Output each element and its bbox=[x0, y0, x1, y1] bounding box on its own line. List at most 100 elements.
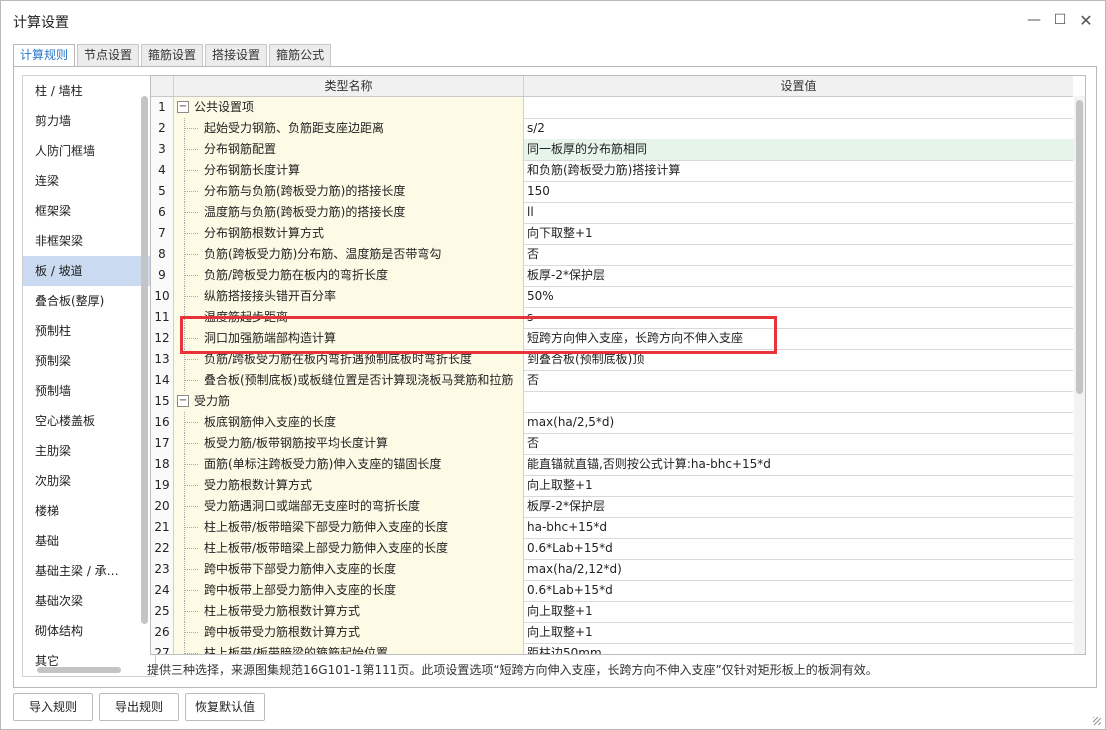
setting-value-cell[interactable]: 向上取整+1 bbox=[524, 601, 1075, 622]
setting-value-cell[interactable] bbox=[524, 97, 1075, 118]
tab-stirrup-formula[interactable]: 箍筋公式 bbox=[269, 44, 332, 66]
sidebar-item[interactable]: 柱 / 墙柱 bbox=[23, 76, 155, 106]
restore-defaults-button[interactable]: 恢复默认值 bbox=[185, 693, 265, 721]
setting-value-cell[interactable]: 向上取整+1 bbox=[524, 475, 1075, 496]
setting-value-cell[interactable]: 否 bbox=[524, 244, 1075, 265]
table-row[interactable]: 20 受力筋遇洞口或端部无支座时的弯折长度 板厚-2*保护层 bbox=[151, 496, 1073, 518]
type-name-cell[interactable]: 受力筋根数计算方式 bbox=[174, 475, 524, 496]
table-row[interactable]: 24 跨中板带上部受力筋伸入支座的长度 0.6*Lab+15*d bbox=[151, 580, 1073, 602]
close-icon[interactable]: ✕ bbox=[1075, 9, 1097, 31]
tab-stirrup-settings[interactable]: 箍筋设置 bbox=[141, 44, 204, 66]
type-name-cell[interactable]: 跨中板带下部受力筋伸入支座的长度 bbox=[174, 559, 524, 580]
grid-scroll-thumb[interactable] bbox=[1076, 100, 1083, 394]
table-row[interactable]: 19 受力筋根数计算方式 向上取整+1 bbox=[151, 475, 1073, 497]
type-name-cell[interactable]: − 受力筋 bbox=[174, 391, 524, 412]
table-row[interactable]: 3 分布钢筋配置 同一板厚的分布筋相同 bbox=[151, 139, 1075, 161]
table-row[interactable]: 9 负筋/跨板受力筋在板内的弯折长度 板厚-2*保护层 bbox=[151, 265, 1073, 287]
table-row[interactable]: 4 分布钢筋长度计算 和负筋(跨板受力筋)搭接计算 bbox=[151, 160, 1073, 182]
table-row[interactable]: 5 分布筋与负筋(跨板受力筋)的搭接长度 150 bbox=[151, 181, 1073, 203]
sidebar-item[interactable]: 次肋梁 bbox=[23, 466, 155, 496]
setting-value-cell[interactable]: s/2 bbox=[524, 118, 1075, 139]
sidebar-item[interactable]: 人防门框墙 bbox=[23, 136, 155, 166]
table-row[interactable]: 22 柱上板带/板带暗梁上部受力筋伸入支座的长度 0.6*Lab+15*d bbox=[151, 538, 1073, 560]
type-name-cell[interactable]: 纵筋搭接接头错开百分率 bbox=[174, 286, 524, 307]
group-row[interactable]: 1− 公共设置项 bbox=[151, 97, 1073, 119]
sidebar-item[interactable]: 非框架梁 bbox=[23, 226, 155, 256]
tab-node-settings[interactable]: 节点设置 bbox=[77, 44, 140, 66]
type-name-cell[interactable]: 柱上板带受力筋根数计算方式 bbox=[174, 601, 524, 622]
type-name-cell[interactable]: 负筋(跨板受力筋)分布筋、温度筋是否带弯勾 bbox=[174, 244, 524, 265]
table-row[interactable]: 17 板受力筋/板带钢筋按平均长度计算 否 bbox=[151, 433, 1073, 455]
table-row[interactable]: 26 跨中板带受力筋根数计算方式 向上取整+1 bbox=[151, 622, 1073, 644]
setting-value-cell[interactable]: ll bbox=[524, 202, 1075, 223]
type-name-cell[interactable]: 板底钢筋伸入支座的长度 bbox=[174, 412, 524, 433]
type-name-cell[interactable]: 柱上板带/板带暗梁上部受力筋伸入支座的长度 bbox=[174, 538, 524, 559]
type-name-cell[interactable]: 跨中板带受力筋根数计算方式 bbox=[174, 622, 524, 643]
setting-value-cell[interactable] bbox=[524, 391, 1075, 412]
sidebar-item[interactable]: 基础主梁 / 承… bbox=[23, 556, 155, 586]
type-name-cell[interactable]: 分布钢筋根数计算方式 bbox=[174, 223, 524, 244]
table-row[interactable]: 18 面筋(单标注跨板受力筋)伸入支座的锚固长度 能直锚就直锚,否则按公式计算:ha… bbox=[151, 454, 1073, 476]
collapse-icon[interactable]: − bbox=[177, 395, 189, 407]
tab-calc-rules[interactable]: 计算规则 bbox=[13, 44, 76, 67]
sidebar-item[interactable]: 预制梁 bbox=[23, 346, 155, 376]
grid-vertical-scrollbar[interactable] bbox=[1074, 96, 1085, 654]
sidebar-item[interactable]: 基础 bbox=[23, 526, 155, 556]
setting-value-cell[interactable]: 0.6*Lab+15*d bbox=[524, 538, 1075, 559]
table-row[interactable]: 25 柱上板带受力筋根数计算方式 向上取整+1 bbox=[151, 601, 1073, 623]
setting-value-cell[interactable]: 否 bbox=[524, 370, 1075, 391]
setting-value-cell[interactable]: max(ha/2,5*d) bbox=[524, 412, 1075, 433]
type-name-cell[interactable]: 跨中板带上部受力筋伸入支座的长度 bbox=[174, 580, 524, 601]
import-rules-button[interactable]: 导入规则 bbox=[13, 693, 93, 721]
sidebar-item[interactable]: 基础次梁 bbox=[23, 586, 155, 616]
setting-value-cell[interactable]: 否 bbox=[524, 433, 1075, 454]
table-row[interactable]: 16 板底钢筋伸入支座的长度 max(ha/2,5*d) bbox=[151, 412, 1073, 434]
type-name-cell[interactable]: 分布筋与负筋(跨板受力筋)的搭接长度 bbox=[174, 181, 524, 202]
type-name-cell[interactable]: 负筋/跨板受力筋在板内的弯折长度 bbox=[174, 265, 524, 286]
minimize-icon[interactable]: — bbox=[1023, 9, 1045, 31]
setting-value-cell[interactable]: max(ha/2,12*d) bbox=[524, 559, 1075, 580]
maximize-icon[interactable]: ☐ bbox=[1049, 9, 1071, 31]
setting-value-cell[interactable]: 向上取整+1 bbox=[524, 622, 1075, 643]
export-rules-button[interactable]: 导出规则 bbox=[99, 693, 179, 721]
setting-value-cell[interactable]: 板厚-2*保护层 bbox=[524, 265, 1075, 286]
sidebar-item[interactable]: 主肋梁 bbox=[23, 436, 155, 466]
table-row[interactable]: 10 纵筋搭接接头错开百分率 50% bbox=[151, 286, 1073, 308]
sidebar-item[interactable]: 连梁 bbox=[23, 166, 155, 196]
tab-lap-settings[interactable]: 搭接设置 bbox=[205, 44, 268, 66]
type-name-cell[interactable]: 面筋(单标注跨板受力筋)伸入支座的锚固长度 bbox=[174, 454, 524, 475]
sidebar-item[interactable]: 预制柱 bbox=[23, 316, 155, 346]
table-row[interactable]: 2 起始受力钢筋、负筋距支座边距离 s/2 bbox=[151, 118, 1073, 140]
type-name-cell[interactable]: 板受力筋/板带钢筋按平均长度计算 bbox=[174, 433, 524, 454]
sidebar-vertical-scrollbar[interactable] bbox=[141, 96, 148, 624]
table-row[interactable]: 8 负筋(跨板受力筋)分布筋、温度筋是否带弯勾 否 bbox=[151, 244, 1073, 266]
type-name-cell[interactable]: 温度筋与负筋(跨板受力筋)的搭接长度 bbox=[174, 202, 524, 223]
type-name-cell[interactable]: 分布钢筋长度计算 bbox=[174, 160, 524, 181]
table-row[interactable]: 7 分布钢筋根数计算方式 向下取整+1 bbox=[151, 223, 1073, 245]
setting-value-cell[interactable]: 50% bbox=[524, 286, 1075, 307]
setting-value-cell[interactable]: 同一板厚的分布筋相同 bbox=[524, 139, 1075, 160]
sidebar-item[interactable]: 预制墙 bbox=[23, 376, 155, 406]
type-name-cell[interactable]: 柱上板带/板带暗梁下部受力筋伸入支座的长度 bbox=[174, 517, 524, 538]
type-name-cell[interactable]: 起始受力钢筋、负筋距支座边距离 bbox=[174, 118, 524, 139]
table-row[interactable]: 23 跨中板带下部受力筋伸入支座的长度 max(ha/2,12*d) bbox=[151, 559, 1073, 581]
setting-value-cell[interactable]: 距柱边50mm bbox=[524, 643, 1075, 654]
setting-value-cell[interactable]: ha-bhc+15*d bbox=[524, 517, 1075, 538]
setting-value-cell[interactable]: 能直锚就直锚,否则按公式计算:ha-bhc+15*d bbox=[524, 454, 1075, 475]
sidebar-item[interactable]: 砌体结构 bbox=[23, 616, 155, 646]
sidebar-item[interactable]: 板 / 坡道 bbox=[23, 256, 155, 286]
resize-grip-icon[interactable] bbox=[1093, 717, 1101, 725]
sidebar-item[interactable]: 框架梁 bbox=[23, 196, 155, 226]
setting-value-cell[interactable]: 和负筋(跨板受力筋)搭接计算 bbox=[524, 160, 1075, 181]
table-row[interactable]: 6 温度筋与负筋(跨板受力筋)的搭接长度 ll bbox=[151, 202, 1073, 224]
type-name-cell[interactable]: 受力筋遇洞口或端部无支座时的弯折长度 bbox=[174, 496, 524, 517]
type-name-cell[interactable]: − 公共设置项 bbox=[174, 97, 524, 118]
type-name-cell[interactable]: 分布钢筋配置 bbox=[174, 139, 524, 160]
sidebar-horizontal-scrollbar[interactable] bbox=[37, 667, 121, 673]
sidebar-item[interactable]: 叠合板(整厚) bbox=[23, 286, 155, 316]
setting-value-cell[interactable]: 150 bbox=[524, 181, 1075, 202]
setting-value-cell[interactable]: 向下取整+1 bbox=[524, 223, 1075, 244]
table-row[interactable]: 27 柱上板带/板带暗梁的箍筋起始位置 距柱边50mm bbox=[151, 643, 1075, 654]
setting-value-cell[interactable]: 板厚-2*保护层 bbox=[524, 496, 1075, 517]
setting-value-cell[interactable]: 0.6*Lab+15*d bbox=[524, 580, 1075, 601]
